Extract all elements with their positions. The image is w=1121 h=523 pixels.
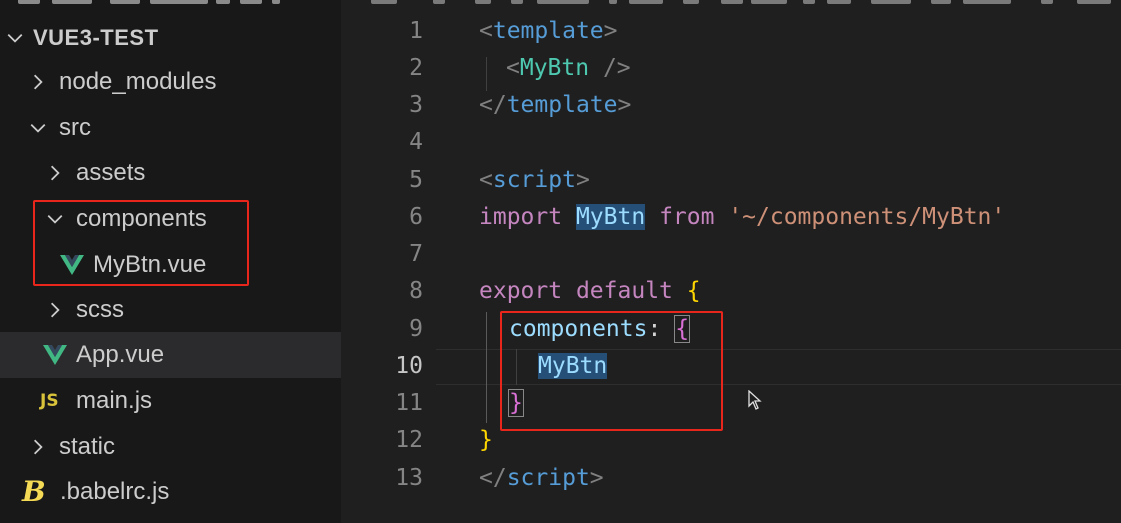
line-number: 2 (409, 55, 423, 81)
code-line: 3 </template> (341, 87, 1121, 124)
chevron-right-icon (27, 436, 49, 458)
code-line: 12 } (341, 422, 1121, 459)
line-number: 1 (409, 18, 423, 44)
line-number: 4 (409, 129, 423, 155)
project-header[interactable]: VUE3-TEST (0, 15, 341, 61)
code-line: 5 <script> (341, 162, 1121, 199)
js-file-icon: JS (40, 391, 59, 411)
line-number: 10 (395, 353, 423, 379)
tree-item-label: node_modules (59, 68, 217, 95)
code-line: 4 (341, 124, 1121, 161)
line-number: 8 (409, 278, 423, 304)
tree-item-assets[interactable]: assets (0, 150, 341, 196)
chevron-right-icon (44, 299, 66, 321)
code-editor[interactable]: 1 <template> 2 <MyBtn /> 3 </template> 4… (341, 0, 1121, 523)
line-number: 11 (395, 390, 423, 416)
code-text: import MyBtn from '~/components/MyBtn' (479, 204, 1006, 230)
tree-item-scss[interactable]: scss (0, 287, 341, 333)
vue-file-icon (42, 342, 68, 368)
tree-item-label: App.vue (76, 341, 165, 368)
tree-item-label: static (59, 433, 116, 460)
tree-item-src[interactable]: src (0, 105, 341, 151)
chevron-right-icon (44, 162, 66, 184)
tree-item-label: scss (76, 296, 124, 323)
line-number: 3 (409, 92, 423, 118)
code-text: </script> (479, 465, 604, 491)
explorer-sidebar: VUE3-TEST node_modules src assets compon… (0, 0, 341, 523)
code-line: 8 export default { (341, 273, 1121, 310)
code-line: 2 <MyBtn /> (341, 50, 1121, 87)
tree-item-label: assets (76, 159, 146, 186)
code-text: } (479, 427, 493, 453)
highlight-box (33, 200, 249, 286)
tree-item-label: .babelrc.js (60, 478, 170, 505)
code-line: 11 } (341, 385, 1121, 422)
code-line: 1 <template> (341, 13, 1121, 50)
tree-item-app-vue[interactable]: App.vue (0, 332, 341, 378)
chevron-right-icon (27, 71, 49, 93)
truncated-header (0, 0, 341, 8)
tree-item-static[interactable]: static (0, 424, 341, 470)
chevron-down-icon (4, 27, 26, 49)
code-text: </template> (479, 92, 632, 118)
code-line: 6 import MyBtn from '~/components/MyBtn' (341, 199, 1121, 236)
line-number: 13 (395, 465, 423, 491)
code-line-active: 10 MyBtn (341, 348, 1121, 385)
tree-item-label: src (59, 114, 91, 141)
line-number: 5 (409, 167, 423, 193)
code-line: 13 </script> (341, 460, 1121, 497)
code-line: 9 components: { (341, 311, 1121, 348)
line-number: 12 (395, 427, 423, 453)
tree-item-label: main.js (76, 387, 153, 414)
truncated-breadcrumb (341, 0, 1121, 8)
babel-file-icon: B (22, 475, 46, 508)
tree-item-babelrc[interactable]: B .babelrc.js (0, 469, 341, 515)
tree-item-node-modules[interactable]: node_modules (0, 59, 341, 105)
highlight-box (500, 311, 723, 431)
line-number: 6 (409, 204, 423, 230)
mouse-pointer-icon (748, 390, 762, 410)
project-name: VUE3-TEST (33, 25, 159, 50)
chevron-down-icon (27, 117, 49, 139)
code-text: <MyBtn /> (506, 55, 631, 81)
line-number: 7 (409, 241, 423, 267)
code-line: 7 (341, 236, 1121, 273)
code-text: <template> (479, 18, 618, 44)
line-number: 9 (409, 316, 423, 342)
tree-item-main-js[interactable]: JS main.js (0, 378, 341, 424)
code-text: <script> (479, 167, 590, 193)
code-text: export default { (479, 278, 701, 304)
